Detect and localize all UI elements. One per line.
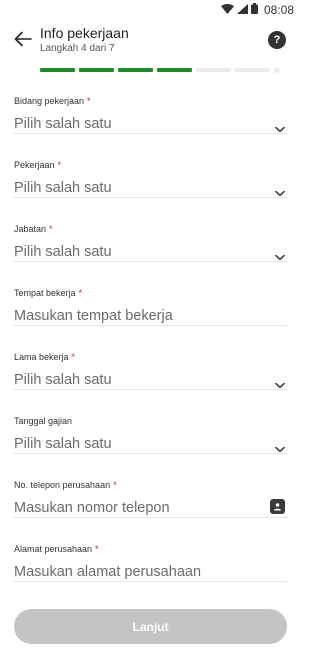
field-label-text: Jabatan <box>14 224 47 234</box>
field-label: Tanggal gajian <box>14 416 72 426</box>
page-title: Info pekerjaan <box>40 25 129 41</box>
required-asterisk: * <box>95 544 99 554</box>
progress-segment <box>235 68 270 72</box>
battery-icon <box>250 1 258 19</box>
form-field: Tanggal gajian Pilih salah satu <box>14 416 287 456</box>
progress-segment <box>157 68 192 72</box>
progress-segment <box>79 68 114 72</box>
required-asterisk: * <box>49 224 53 234</box>
field-label: Pekerjaan * <box>14 160 61 170</box>
signal-icon <box>236 1 248 19</box>
field-label-text: Lama bekerja <box>14 352 69 362</box>
required-asterisk: * <box>78 288 83 298</box>
field-label-text: Tempat bekerja <box>14 288 76 298</box>
input-placeholder: Masukan nomor telepon <box>14 500 170 516</box>
app-header: Info pekerjaan Langkah 4 dari 7 ? <box>0 24 300 60</box>
continue-button[interactable]: Lanjut <box>14 609 287 644</box>
field-label-text: Tanggal gajian <box>14 416 73 426</box>
wifi-icon <box>220 1 234 19</box>
select-placeholder: Pilih salah satu <box>14 180 112 196</box>
status-icons: 08:08 <box>220 1 294 19</box>
contact-book-icon[interactable] <box>270 499 285 514</box>
chevron-down-icon <box>275 120 285 133</box>
required-asterisk: * <box>71 352 76 362</box>
step-progress-bar <box>40 68 284 73</box>
select-placeholder: Pilih salah satu <box>14 436 112 452</box>
required-asterisk: * <box>87 96 91 106</box>
field-label-text: Alamat perusahaan <box>14 544 93 554</box>
progress-segment <box>118 68 153 72</box>
chevron-down-icon <box>275 184 285 197</box>
dropdown-select[interactable]: Pilih salah satu <box>14 368 287 390</box>
required-asterisk: * <box>113 480 117 490</box>
field-label-text: No. telepon perusahaan <box>14 480 111 490</box>
progress-segment <box>40 68 75 72</box>
field-label-text: Bidang pekerjaan <box>14 96 85 106</box>
select-placeholder: Pilih salah satu <box>14 244 112 260</box>
chevron-down-icon <box>275 248 285 261</box>
dropdown-select[interactable]: Pilih salah satu <box>14 112 287 134</box>
input-placeholder: Masukan tempat bekerja <box>14 308 173 324</box>
field-label: Lama bekerja * <box>14 352 75 362</box>
progress-segment <box>196 68 231 72</box>
form-field: Tempat bekerja * Masukan tempat bekerja <box>14 288 287 328</box>
text-input[interactable]: Masukan tempat bekerja <box>14 304 287 326</box>
form-field: No. telepon perusahaan * Masukan nomor tel… <box>14 480 287 520</box>
select-placeholder: Pilih salah satu <box>14 116 112 132</box>
status-time: 08:08 <box>263 3 294 17</box>
field-label: Tempat bekerja * <box>14 288 82 298</box>
required-asterisk: * <box>57 160 62 170</box>
continue-button-label: Lanjut <box>132 619 169 634</box>
chevron-down-icon <box>275 376 285 389</box>
dropdown-select[interactable]: Pilih salah satu <box>14 240 287 262</box>
form-field: Alamat perusahaan * Masukan alamat perusah… <box>14 544 287 584</box>
input-placeholder: Masukan alamat perusahaan <box>14 564 202 580</box>
field-label: No. telepon perusahaan * <box>14 480 117 490</box>
question-icon: ? <box>273 34 281 46</box>
field-label: Bidang pekerjaan * <box>14 96 91 106</box>
form-field: Bidang pekerjaan * Pilih salah satu <box>14 96 287 136</box>
form-field: Pekerjaan * Pilih salah satu <box>14 160 287 200</box>
form-field: Lama bekerja * Pilih salah satu <box>14 352 287 392</box>
text-input[interactable]: Masukan nomor telepon <box>14 496 287 518</box>
step-subtitle: Langkah 4 dari 7 <box>40 43 115 54</box>
back-button[interactable] <box>12 30 34 52</box>
field-label: Alamat perusahaan * <box>14 544 99 554</box>
text-input[interactable]: Masukan alamat perusahaan <box>14 560 287 582</box>
help-button[interactable]: ? <box>268 31 286 49</box>
form-field: Jabatan * Pilih salah satu <box>14 224 287 264</box>
field-label-text: Pekerjaan <box>14 160 55 170</box>
status-bar: 08:08 <box>0 0 300 19</box>
dropdown-select[interactable]: Pilih salah satu <box>14 432 287 454</box>
arrow-left-icon <box>14 31 32 52</box>
dropdown-select[interactable]: Pilih salah satu <box>14 176 287 198</box>
progress-segment <box>274 68 280 73</box>
field-label: Jabatan * <box>14 224 53 234</box>
select-placeholder: Pilih salah satu <box>14 372 112 388</box>
chevron-down-icon <box>275 440 285 453</box>
